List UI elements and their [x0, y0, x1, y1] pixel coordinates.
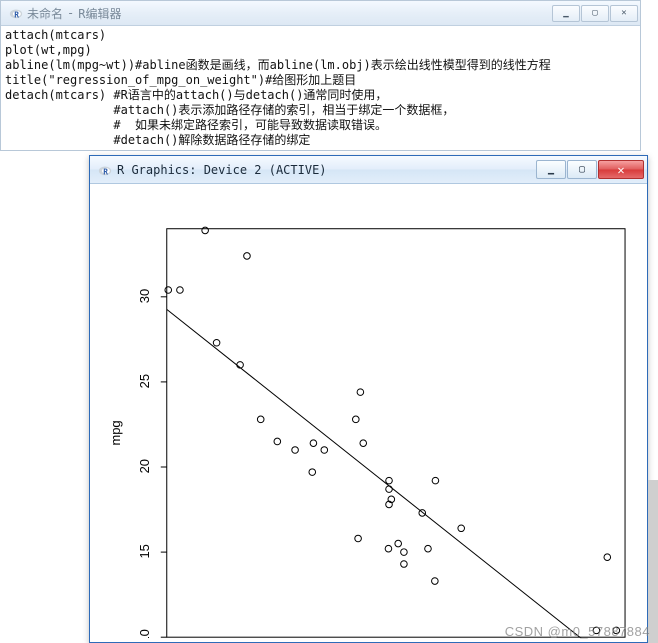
editor-title: R 未命名 - R编辑器: [9, 5, 552, 22]
data-point: [292, 447, 299, 454]
watermark: CSDN @m0_57887884: [505, 624, 650, 639]
data-point: [165, 287, 172, 294]
code-line: title("regression_of_mpg_on_weight")#给图形…: [5, 73, 636, 88]
code-line: plot(wt,mpg): [5, 43, 636, 58]
editor-window-controls: ▁ ▢ ✕: [552, 5, 638, 22]
close-button[interactable]: ✕: [610, 5, 638, 22]
data-point: [355, 535, 362, 542]
code-line: detach(mtcars) #R语言中的attach()与detach()通常…: [5, 88, 636, 103]
minimize-button[interactable]: ▁: [536, 160, 566, 179]
code-line: #attach()表示添加路径存储的索引，相当于绑定一个数据框，: [5, 103, 636, 118]
data-point: [244, 253, 251, 260]
y-tick-label: 25: [137, 374, 152, 388]
chart-area: 10 15 20 25 30 mpg: [90, 184, 647, 642]
svg-text:R: R: [103, 167, 108, 176]
data-point: [360, 440, 367, 447]
graphics-title: R R Graphics: Device 2 (ACTIVE): [98, 163, 536, 177]
data-point: [386, 477, 393, 484]
editor-title-suffix: R编辑器: [78, 5, 121, 22]
code-area[interactable]: attach(mtcars)plot(wt,mpg)abline(lm(mpg~…: [1, 26, 640, 150]
data-point: [395, 540, 402, 547]
svg-text:R: R: [14, 10, 19, 19]
plot-frame: [167, 229, 625, 637]
data-point: [309, 469, 316, 476]
y-axis-label: mpg: [108, 420, 123, 445]
y-tick-label: 15: [137, 544, 152, 558]
maximize-button[interactable]: ▢: [581, 5, 609, 22]
graphics-titlebar[interactable]: R R Graphics: Device 2 (ACTIVE) ▁ ▢ ✕: [90, 156, 647, 184]
data-point: [419, 510, 426, 517]
editor-titlebar[interactable]: R 未命名 - R编辑器 ▁ ▢ ✕: [1, 1, 640, 26]
data-point: [432, 578, 439, 585]
y-tick-label: 20: [137, 459, 152, 473]
y-tick-label: 30: [137, 289, 152, 303]
data-point: [357, 389, 364, 396]
data-point: [385, 545, 392, 552]
editor-window: R 未命名 - R编辑器 ▁ ▢ ✕ attach(mtcars)plot(wt…: [0, 0, 641, 151]
editor-title-prefix: 未命名: [27, 5, 63, 22]
y-tick-label: 10: [137, 629, 152, 638]
scatter-plot: 10 15 20 25 30 mpg: [102, 208, 635, 638]
regression-line: [167, 309, 625, 638]
data-point: [425, 545, 432, 552]
close-button[interactable]: ✕: [598, 160, 644, 179]
data-point: [458, 525, 465, 532]
r-logo-icon: R: [98, 163, 112, 177]
data-point: [274, 438, 281, 445]
data-point: [432, 477, 439, 484]
code-line: # 如果未绑定路径索引，可能导致数据读取错误。: [5, 118, 636, 133]
code-line: #detach()解除数据路径存储的绑定: [5, 133, 636, 148]
data-point: [177, 287, 184, 294]
data-point: [386, 486, 393, 493]
data-point: [257, 416, 264, 423]
data-point: [321, 447, 328, 454]
scrollbar-track[interactable]: [648, 480, 658, 643]
code-line: attach(mtcars): [5, 28, 636, 43]
code-line: abline(lm(mpg~wt))#abline函数是画线，而abline(l…: [5, 58, 636, 73]
r-logo-icon: R: [9, 6, 23, 20]
data-point: [604, 554, 611, 561]
graphics-window-controls: ▁ ▢ ✕: [536, 160, 644, 179]
minimize-button[interactable]: ▁: [552, 5, 580, 22]
graphics-window: R R Graphics: Device 2 (ACTIVE) ▁ ▢ ✕ 10…: [89, 155, 648, 643]
maximize-button[interactable]: ▢: [567, 160, 597, 179]
data-point: [310, 440, 317, 447]
graphics-title-text: R Graphics: Device 2 (ACTIVE): [117, 163, 327, 177]
data-point: [213, 339, 220, 346]
data-point: [353, 416, 360, 423]
data-point: [202, 227, 209, 234]
data-point: [401, 561, 408, 568]
data-point: [401, 549, 408, 556]
